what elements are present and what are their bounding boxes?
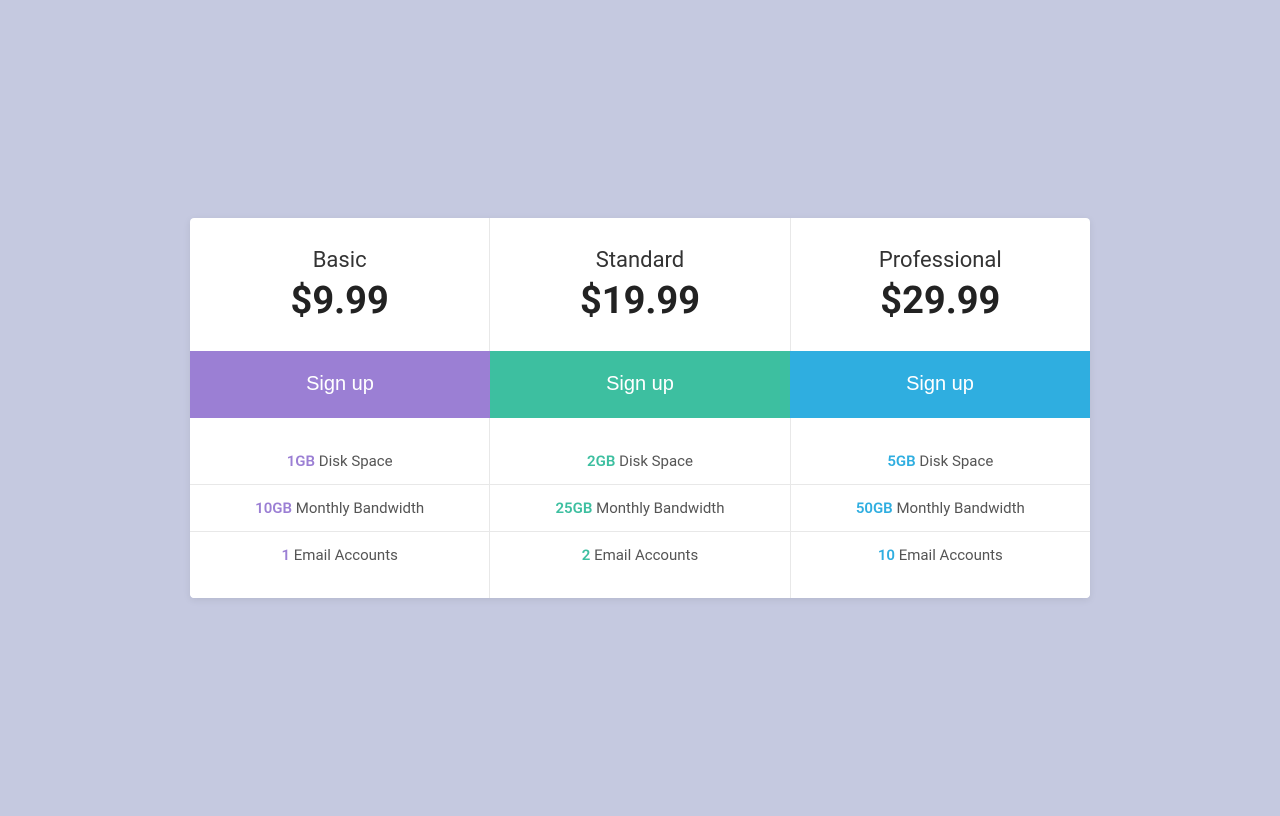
feature-email-highlight-professional: 10 <box>878 546 895 564</box>
plan-features-standard: 2GB Disk Space 25GB Monthly Bandwidth 2 … <box>490 418 790 598</box>
plan-price-standard: $19.99 <box>510 279 769 323</box>
plan-name-professional: Professional <box>811 248 1070 273</box>
signup-button-professional[interactable]: Sign up <box>790 351 1090 418</box>
feature-bandwidth-text-basic: Monthly Bandwidth <box>296 499 424 517</box>
feature-disk-standard: 2GB Disk Space <box>490 438 789 485</box>
feature-email-text-standard: Email Accounts <box>594 546 698 564</box>
plan-header-professional: Professional $29.99 <box>791 218 1090 351</box>
feature-email-professional: 10 Email Accounts <box>791 532 1090 578</box>
feature-bandwidth-professional: 50GB Monthly Bandwidth <box>791 485 1090 532</box>
feature-bandwidth-basic: 10GB Monthly Bandwidth <box>190 485 489 532</box>
feature-disk-professional: 5GB Disk Space <box>791 438 1090 485</box>
plan-features-basic: 1GB Disk Space 10GB Monthly Bandwidth 1 … <box>190 418 490 598</box>
feature-email-text-professional: Email Accounts <box>899 546 1003 564</box>
feature-email-standard: 2 Email Accounts <box>490 532 789 578</box>
feature-email-highlight-basic: 1 <box>281 546 290 564</box>
pricing-table: Basic $9.99 Standard $19.99 Professional… <box>190 218 1090 598</box>
feature-disk-basic: 1GB Disk Space <box>190 438 489 485</box>
feature-disk-text-basic: Disk Space <box>319 452 393 470</box>
features-section: 1GB Disk Space 10GB Monthly Bandwidth 1 … <box>190 418 1090 598</box>
feature-bandwidth-text-standard: Monthly Bandwidth <box>596 499 724 517</box>
feature-disk-text-professional: Disk Space <box>919 452 993 470</box>
feature-email-text-basic: Email Accounts <box>294 546 398 564</box>
feature-bandwidth-standard: 25GB Monthly Bandwidth <box>490 485 789 532</box>
signup-row: Sign up Sign up Sign up <box>190 351 1090 418</box>
plan-name-standard: Standard <box>510 248 769 273</box>
signup-button-standard[interactable]: Sign up <box>490 351 790 418</box>
feature-bandwidth-highlight-professional: 50GB <box>856 499 893 517</box>
feature-disk-text-standard: Disk Space <box>619 452 693 470</box>
feature-bandwidth-highlight-standard: 25GB <box>555 499 592 517</box>
plan-features-professional: 5GB Disk Space 50GB Monthly Bandwidth 10… <box>791 418 1090 598</box>
feature-disk-highlight-standard: 2GB <box>587 452 615 470</box>
plan-name-basic: Basic <box>210 248 469 273</box>
plan-price-professional: $29.99 <box>811 279 1070 323</box>
plan-price-basic: $9.99 <box>210 279 469 323</box>
plan-header-standard: Standard $19.99 <box>490 218 790 351</box>
feature-disk-highlight-professional: 5GB <box>887 452 915 470</box>
signup-button-basic[interactable]: Sign up <box>190 351 490 418</box>
plans-header: Basic $9.99 Standard $19.99 Professional… <box>190 218 1090 351</box>
feature-email-basic: 1 Email Accounts <box>190 532 489 578</box>
feature-email-highlight-standard: 2 <box>582 546 591 564</box>
feature-disk-highlight-basic: 1GB <box>287 452 315 470</box>
plan-header-basic: Basic $9.99 <box>190 218 490 351</box>
feature-bandwidth-text-professional: Monthly Bandwidth <box>896 499 1024 517</box>
feature-bandwidth-highlight-basic: 10GB <box>255 499 292 517</box>
